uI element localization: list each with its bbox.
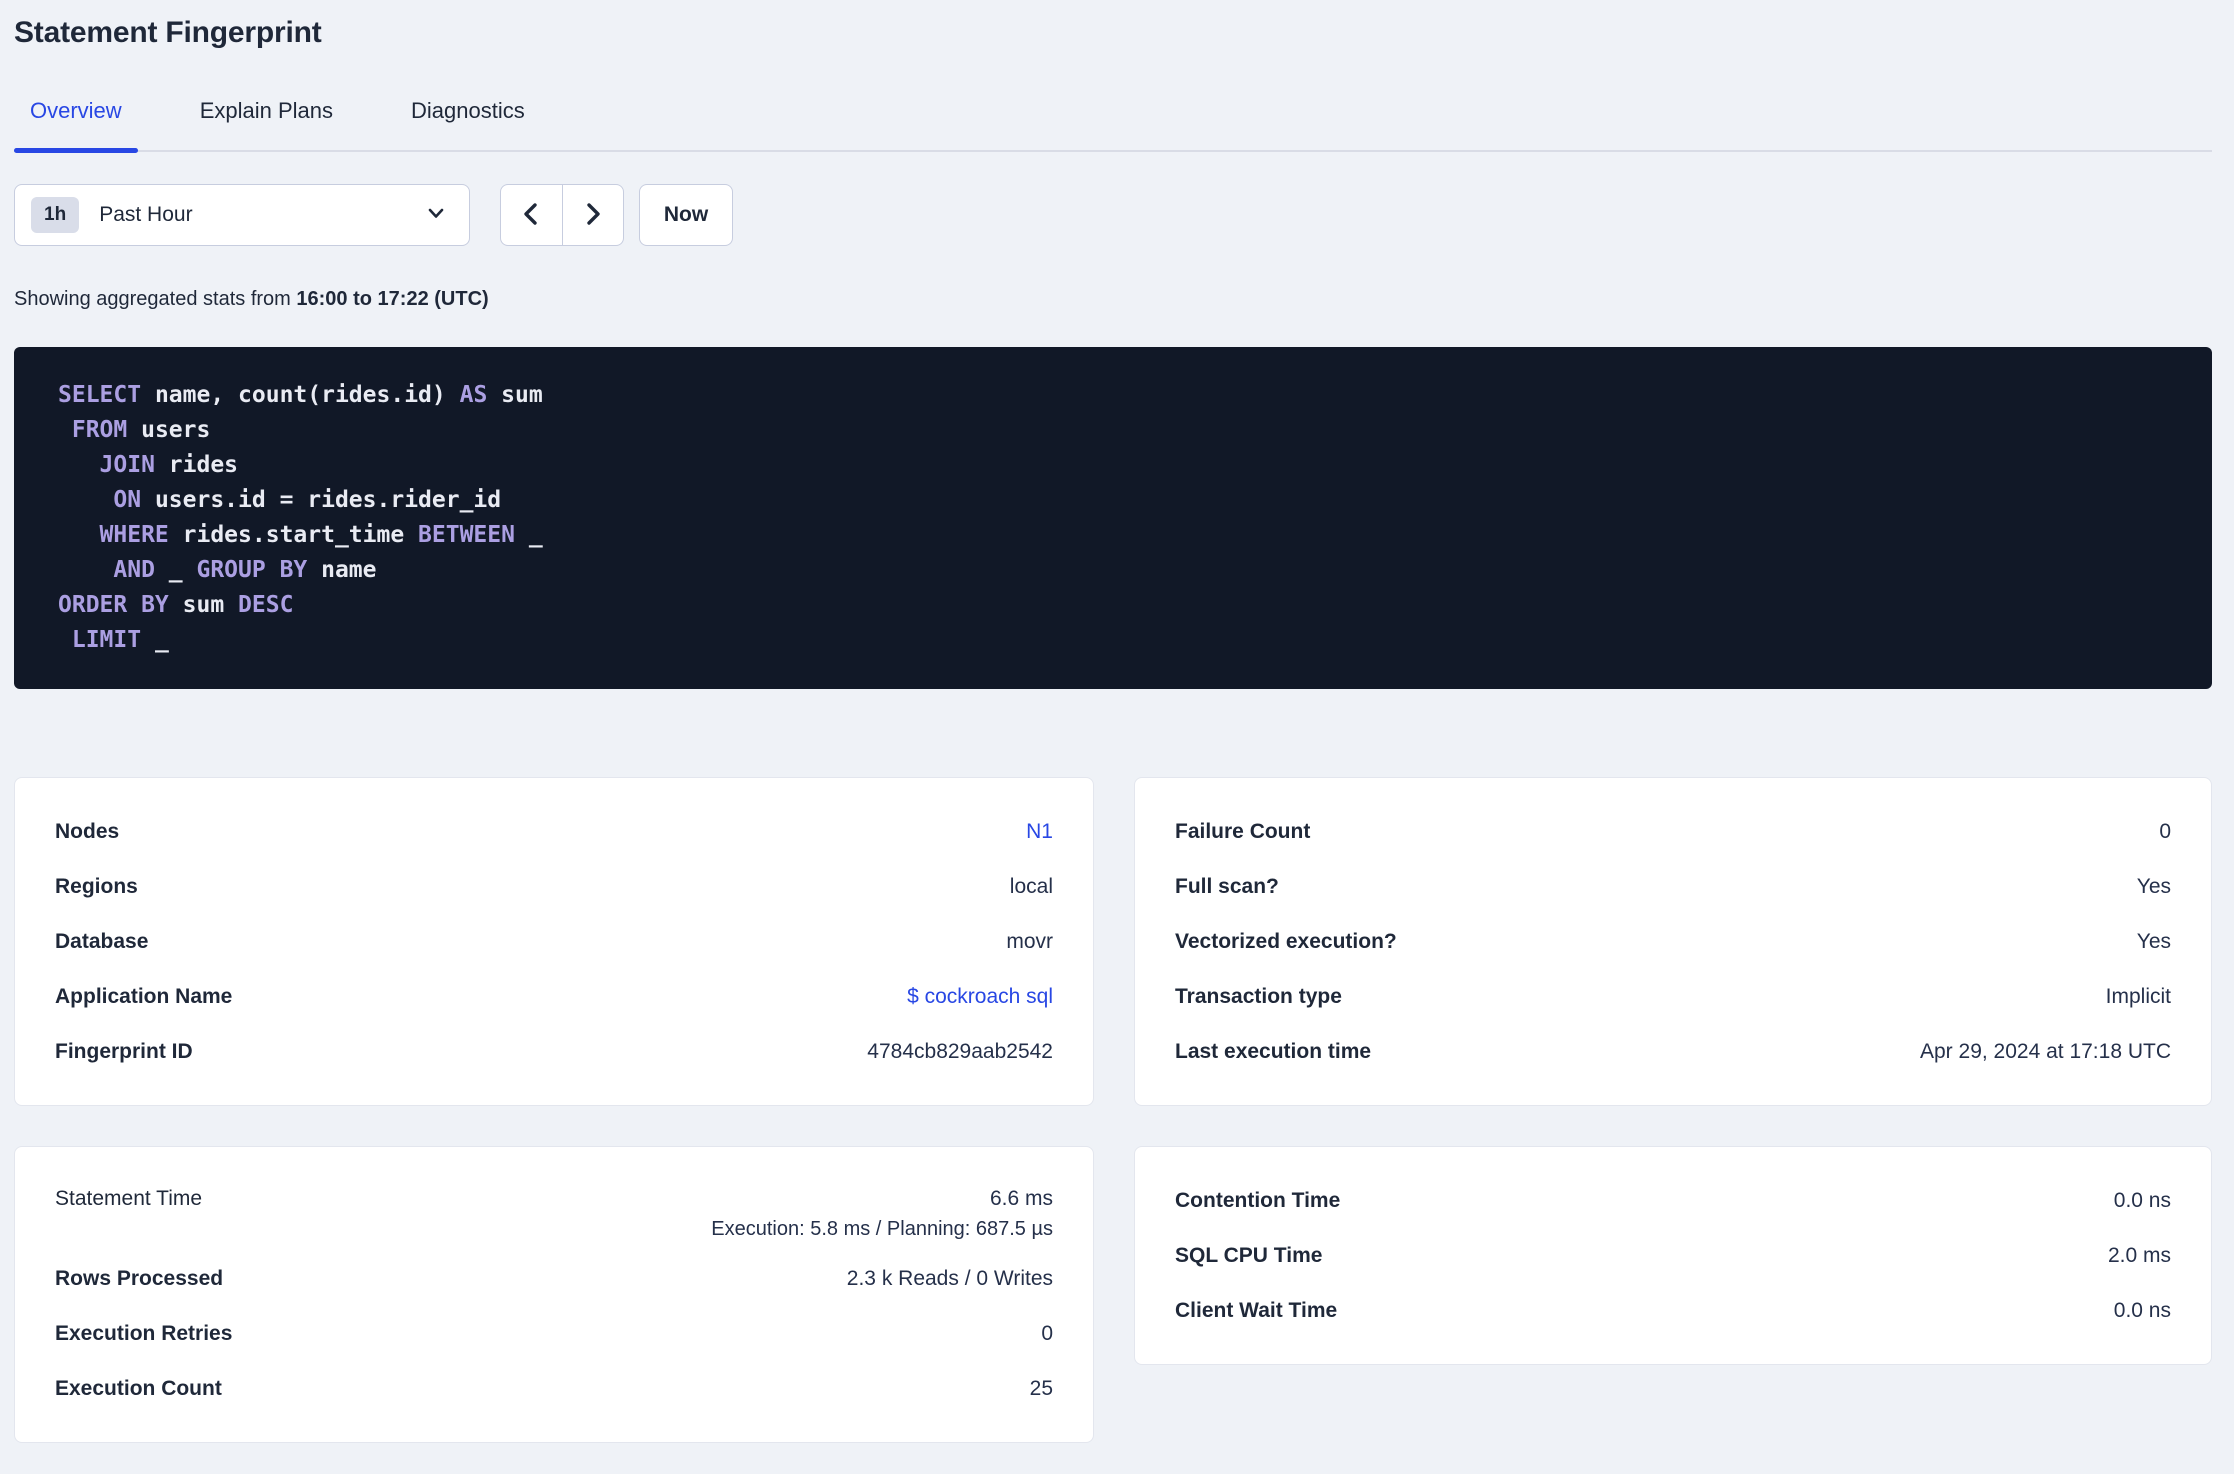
- row-value: movr: [1006, 929, 1053, 953]
- now-button[interactable]: Now: [639, 184, 733, 246]
- row-value: 6.6 ms: [989, 1187, 1053, 1210]
- sql-line: ON users.id = rides.rider_id: [113, 487, 502, 513]
- time-step-buttons: [500, 184, 624, 246]
- sql-line: LIMIT _: [71, 627, 169, 653]
- sql-line: SELECT name, count(rides.id) AS sum: [58, 382, 543, 408]
- row-value: Implicit: [2105, 984, 2171, 1008]
- previous-interval-button[interactable]: [501, 185, 562, 245]
- sql-statement-block: SELECT name, count(rides.id) AS sum FROM…: [14, 347, 2212, 689]
- row-label: Application Name: [55, 984, 233, 1008]
- row-subvalue: Execution: 5.8 ms / Planning: 687.5 µs: [711, 1218, 1053, 1240]
- table-row: Full scan? Yes: [1175, 859, 2171, 914]
- row-value: 25: [1029, 1376, 1053, 1400]
- fingerprint-id-value: 4784cb829aab2542: [867, 1039, 1053, 1063]
- table-row: Nodes N1: [55, 804, 1053, 859]
- row-label: Client Wait Time: [1175, 1298, 1338, 1322]
- sql-line: JOIN rides: [99, 452, 239, 478]
- tab-overview[interactable]: Overview: [14, 98, 138, 153]
- time-controls: 1h Past Hour Now: [14, 184, 2212, 246]
- stats-caption-range: 16:00 to 17:22 (UTC): [296, 288, 489, 310]
- row-label: Last execution time: [1175, 1039, 1372, 1063]
- chevron-right-icon: [579, 200, 607, 231]
- table-row: Vectorized execution? Yes: [1175, 914, 2171, 969]
- table-row: Fingerprint ID 4784cb829aab2542: [55, 1024, 1053, 1079]
- row-label: Rows Processed: [55, 1266, 224, 1290]
- row-value: Yes: [2136, 929, 2171, 953]
- time-range-badge: 1h: [31, 197, 80, 233]
- next-interval-button[interactable]: [561, 185, 624, 245]
- application-name-link[interactable]: $ cockroach sql: [907, 985, 1053, 1009]
- table-row: Transaction type Implicit: [1175, 969, 2171, 1024]
- page-title: Statement Fingerprint: [14, 16, 322, 49]
- aggregated-stats-caption: Showing aggregated stats from 16:00 to 1…: [14, 288, 2212, 311]
- sql-line: AND _ GROUP BY name: [113, 557, 377, 583]
- row-label: Failure Count: [1175, 819, 1311, 843]
- row-label: SQL CPU Time: [1175, 1243, 1323, 1267]
- table-row: Execution Retries 0: [55, 1306, 1053, 1361]
- table-row: Contention Time 0.0 ns: [1175, 1173, 2171, 1228]
- table-row: Application Name $ cockroach sql: [55, 969, 1053, 1024]
- table-row: Regions local: [55, 859, 1053, 914]
- nodes-link[interactable]: N1: [1026, 820, 1053, 844]
- chevron-down-icon: [425, 202, 447, 229]
- time-range-label: Past Hour: [99, 203, 193, 226]
- last-execution-time-value: Apr 29, 2024 at 17:18 UTC: [1920, 1039, 2171, 1063]
- time-range-dropdown[interactable]: 1h Past Hour: [14, 184, 470, 246]
- row-label: Vectorized execution?: [1175, 929, 1397, 953]
- tab-bar: Overview Explain Plans Diagnostics: [14, 98, 2212, 153]
- row-value: 0: [2159, 819, 2171, 843]
- table-row: Statement Time 6.6 ms Execution: 5.8 ms …: [55, 1173, 1053, 1251]
- row-label: Fingerprint ID: [55, 1039, 193, 1063]
- table-row: Client Wait Time 0.0 ns: [1175, 1283, 2171, 1338]
- row-label: Database: [55, 929, 149, 953]
- row-label: Regions: [55, 874, 138, 898]
- summary-cards-grid: Nodes N1 Regions local Database movr App…: [14, 777, 2212, 1443]
- sql-line: ORDER BY sum DESC: [58, 592, 294, 618]
- sql-line: WHERE rides.start_time BETWEEN _: [99, 522, 543, 548]
- statement-summary-card: Nodes N1 Regions local Database movr App…: [14, 777, 1094, 1106]
- row-label: Full scan?: [1175, 874, 1279, 898]
- sql-line: FROM users: [71, 417, 211, 443]
- table-row: Last execution time Apr 29, 2024 at 17:1…: [1175, 1024, 2171, 1079]
- wait-times-card: Contention Time 0.0 ns SQL CPU Time 2.0 …: [1134, 1146, 2212, 1365]
- row-value: 2.0 ms: [2107, 1243, 2171, 1267]
- row-value: Yes: [2136, 874, 2171, 898]
- statement-timing-card: Statement Time 6.6 ms Execution: 5.8 ms …: [14, 1146, 1094, 1443]
- statement-fingerprint-page: Statement Fingerprint Overview Explain P…: [0, 16, 2234, 1443]
- table-row: Rows Processed 2.3 k Reads / 0 Writes: [55, 1251, 1053, 1306]
- row-label: Contention Time: [1175, 1188, 1341, 1212]
- row-value: local: [1009, 874, 1053, 898]
- row-label: Nodes: [55, 819, 120, 843]
- row-label: Statement Time: [55, 1187, 203, 1210]
- tab-diagnostics[interactable]: Diagnostics: [395, 98, 541, 150]
- row-label: Execution Retries: [55, 1321, 233, 1345]
- row-value: 0.0 ns: [2113, 1298, 2171, 1322]
- row-value: 2.3 k Reads / 0 Writes: [846, 1266, 1053, 1290]
- row-value: 0: [1041, 1321, 1053, 1345]
- row-label: Execution Count: [55, 1376, 222, 1400]
- table-row: Database movr: [55, 914, 1053, 969]
- chevron-left-icon: [517, 200, 545, 231]
- table-row: Execution Count 25: [55, 1361, 1053, 1416]
- table-row: SQL CPU Time 2.0 ms: [1175, 1228, 2171, 1283]
- stats-caption-prefix: Showing aggregated stats from: [14, 288, 297, 310]
- row-value: 0.0 ns: [2113, 1188, 2171, 1212]
- row-label: Transaction type: [1175, 984, 1342, 1008]
- table-row: Failure Count 0: [1175, 804, 2171, 859]
- tab-explain-plans[interactable]: Explain Plans: [184, 98, 349, 150]
- execution-attributes-card: Failure Count 0 Full scan? Yes Vectorize…: [1134, 777, 2212, 1106]
